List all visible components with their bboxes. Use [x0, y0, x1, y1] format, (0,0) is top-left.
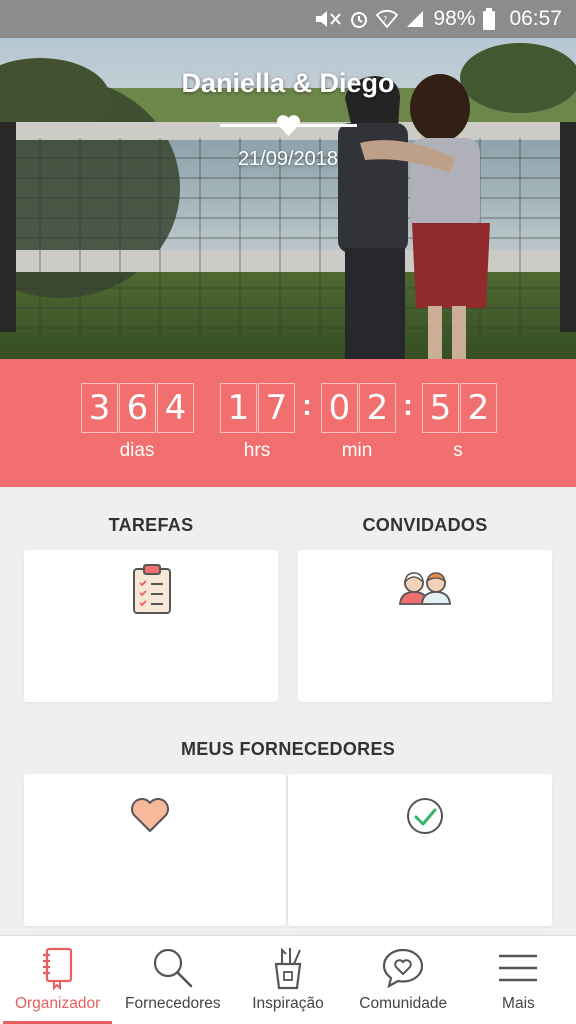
svg-text:?: ?	[383, 15, 387, 24]
mute-icon	[316, 11, 342, 27]
tasks-title: TAREFAS	[108, 515, 194, 535]
battery-icon	[483, 8, 496, 30]
menu-icon	[499, 954, 538, 982]
heart-divider-icon	[220, 115, 357, 136]
vendors-hired-card[interactable]	[288, 774, 552, 926]
brush-cup-icon	[274, 947, 302, 990]
days-digit-1: 3	[81, 383, 118, 433]
minutes-digit-2: 2	[359, 383, 396, 433]
guests-card[interactable]	[298, 550, 552, 702]
couple-avatars-icon	[399, 572, 451, 605]
nav-comunidade[interactable]: Comunidade	[346, 936, 461, 1024]
days-digit-2: 6	[119, 383, 156, 433]
nav-comunidade-label: Comunidade	[359, 995, 448, 1012]
guests-title: CONVIDADOS	[362, 515, 488, 535]
days-label: dias	[119, 440, 155, 461]
nav-inspiracao[interactable]: Inspiração	[230, 936, 345, 1024]
nav-mais-label: Mais	[502, 995, 535, 1012]
cover-photo: Daniella & Diego 21/09/2018	[0, 38, 576, 359]
seconds-label: s	[453, 440, 463, 461]
couple-name: Daniella & Diego	[181, 68, 395, 98]
search-icon	[153, 948, 193, 988]
app-screen: ? 98% 06:57 Daniella & Diego 21/09/2018 …	[0, 0, 576, 1024]
wedding-date: 21/09/2018	[237, 148, 339, 170]
alarm-icon	[351, 12, 368, 28]
days-digit-3: 4	[157, 383, 194, 433]
seconds-digit-2: 2	[460, 383, 497, 433]
nav-inspiracao-label: Inspiração	[252, 995, 324, 1012]
colon-separator: :	[403, 389, 413, 422]
wifi-icon: ?	[376, 9, 399, 29]
nav-mais[interactable]: Mais	[461, 936, 576, 1024]
battery-percent: 98%	[433, 7, 476, 30]
colon-separator: :	[302, 389, 312, 422]
nav-fornecedores-label: Fornecedores	[124, 995, 221, 1012]
chat-heart-icon	[383, 948, 424, 989]
seconds-digit-1: 5	[422, 383, 459, 433]
status-icons: ?	[314, 9, 425, 29]
nav-fornecedores[interactable]: Fornecedores	[115, 936, 230, 1024]
tasks-card[interactable]	[24, 550, 278, 702]
heart-icon	[131, 798, 169, 832]
signal-icon	[407, 11, 424, 27]
clipboard-checklist-icon	[133, 564, 171, 614]
status-bar: ? 98% 06:57	[0, 0, 576, 38]
hours-digit-1: 1	[220, 383, 257, 433]
vendors-title: MEUS FORNECEDORES	[180, 739, 396, 759]
hours-digit-2: 7	[258, 383, 295, 433]
countdown-panel: 3 6 4 1 7 : 0 2 : 5 2 dias hrs min s	[0, 359, 576, 487]
check-circle-icon	[407, 798, 443, 834]
nav-organizador-label: Organizador	[14, 995, 101, 1012]
vendors-favorites-card[interactable]	[24, 774, 287, 926]
minutes-label: min	[341, 440, 373, 461]
notebook-icon	[42, 947, 72, 990]
bottom-navigation: Organizador Fornecedores Inspiração Comu…	[0, 935, 576, 1024]
nav-organizador[interactable]: Organizador	[0, 936, 115, 1024]
clock: 06:57	[509, 7, 562, 30]
hours-label: hrs	[243, 440, 271, 461]
minutes-digit-1: 0	[321, 383, 358, 433]
